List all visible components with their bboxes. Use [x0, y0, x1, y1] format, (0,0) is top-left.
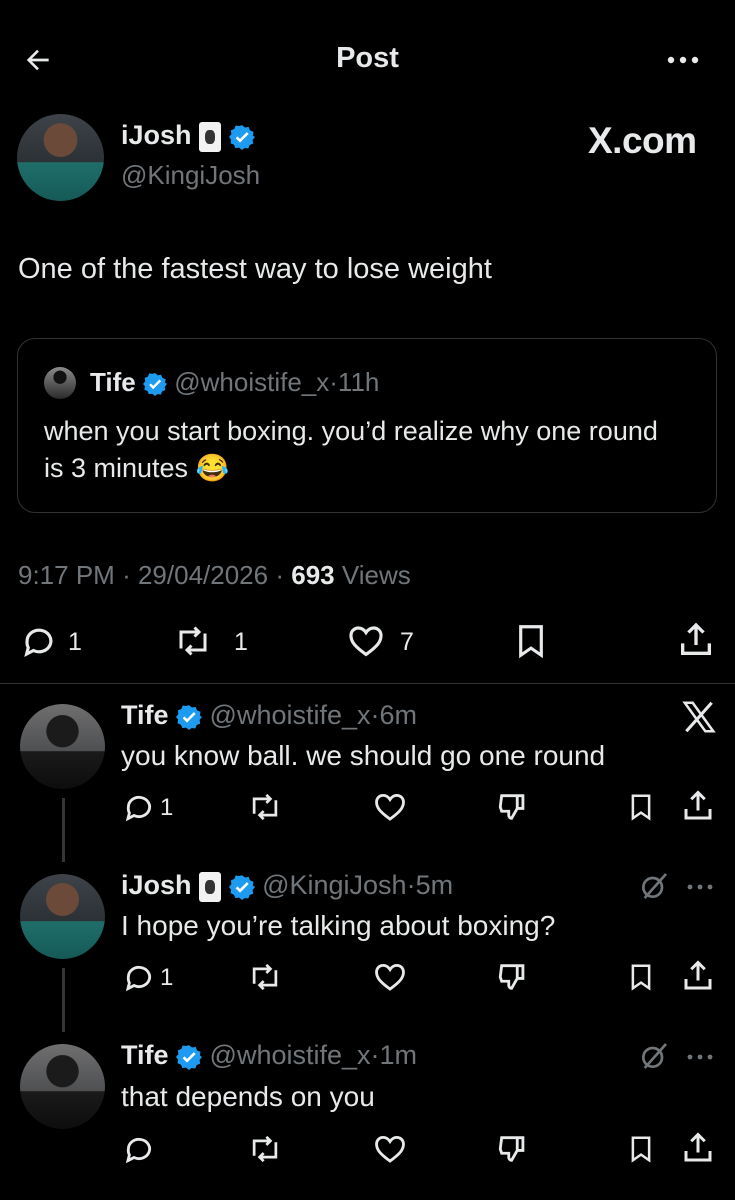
author-handle[interactable]: @KingiJosh: [121, 160, 260, 191]
grok-icon[interactable]: [638, 1040, 670, 1072]
repost-count: 1: [234, 628, 248, 656]
author-name-row: iJosh: [121, 120, 255, 152]
repost-button[interactable]: [246, 790, 284, 824]
verified-badge-icon: [176, 1044, 203, 1070]
quote-header: Tife @whoistife_x·11h: [90, 367, 380, 397]
reply-header: iJosh @KingiJosh·5m: [121, 870, 454, 902]
share-button[interactable]: [680, 958, 716, 994]
reply-author-handle[interactable]: @KingiJosh: [262, 870, 406, 900]
x-logo-icon: [680, 698, 718, 736]
repost-button[interactable]: [246, 960, 284, 994]
quote-author-name: Tife: [90, 367, 136, 397]
dislike-button[interactable]: [496, 1132, 530, 1166]
author-avatar[interactable]: [17, 114, 104, 201]
view-count: 693: [291, 560, 335, 590]
dislike-button[interactable]: [496, 960, 530, 994]
more-options-icon[interactable]: [684, 880, 716, 894]
repost-button[interactable]: [172, 622, 214, 660]
verified-badge-icon: [176, 704, 203, 730]
like-button[interactable]: [346, 622, 386, 660]
quote-time: 11h: [337, 367, 380, 397]
verified-badge-icon: [228, 124, 255, 150]
quote-author-handle: @whoistife_x: [174, 367, 330, 397]
thread-line: [62, 968, 65, 1032]
like-button[interactable]: [372, 790, 408, 824]
joker-card-emoji: [199, 871, 222, 902]
post-text: One of the fastest way to lose weight: [18, 253, 492, 285]
share-button[interactable]: [680, 788, 716, 824]
reply-count: 1: [160, 964, 174, 991]
grok-icon[interactable]: [638, 870, 670, 902]
page-title: Post: [336, 42, 399, 74]
reply-text: I hope you’re talking about boxing?: [121, 910, 556, 941]
reply-count: 1: [68, 628, 82, 656]
like-button[interactable]: [372, 1132, 408, 1166]
reply-text: that depends on you: [121, 1081, 375, 1112]
repost-button[interactable]: [246, 1132, 284, 1166]
reply-button[interactable]: [122, 790, 156, 824]
more-options-icon[interactable]: [664, 48, 702, 72]
reply-header: Tife @whoistife_x·6m: [121, 700, 418, 730]
verified-badge-icon: [228, 874, 255, 900]
bookmark-button[interactable]: [626, 960, 656, 994]
reply-time: 6m: [379, 700, 418, 730]
quote-avatar: [44, 367, 76, 399]
post-meta: 9:17 PM · 29/04/2026 · 693 Views: [18, 560, 411, 590]
thread-line: [62, 798, 65, 862]
more-options-icon[interactable]: [684, 1050, 716, 1064]
views-label: Views: [341, 560, 411, 590]
x-com-watermark: X.com: [588, 120, 697, 161]
reply-time: 1m: [379, 1040, 418, 1070]
divider: [0, 683, 735, 684]
reply-author-handle[interactable]: @whoistife_x: [210, 1040, 371, 1070]
reply-button[interactable]: [20, 622, 58, 660]
reply-author-name[interactable]: Tife: [121, 700, 169, 730]
joker-card-emoji: [199, 121, 222, 152]
reply-button[interactable]: [122, 960, 156, 994]
reply-author-name[interactable]: Tife: [121, 1040, 169, 1070]
like-count: 7: [400, 628, 414, 656]
reply-time: 5m: [415, 870, 454, 900]
bookmark-button[interactable]: [512, 622, 550, 660]
reply-count: 1: [160, 794, 174, 821]
quote-text: when you start boxing. you’d realize why…: [44, 416, 658, 483]
reply-avatar[interactable]: [20, 874, 105, 959]
reply-avatar[interactable]: [20, 704, 105, 789]
reply-author-name[interactable]: iJosh: [121, 870, 192, 900]
dislike-button[interactable]: [496, 790, 530, 824]
verified-badge-icon: [143, 372, 167, 397]
reply-avatar[interactable]: [20, 1044, 105, 1129]
post-date: 29/04/2026: [137, 560, 269, 590]
quoted-post[interactable]: Tife @whoistife_x·11h when you start box…: [17, 338, 717, 513]
post-time: 9:17 PM: [18, 560, 115, 590]
bookmark-button[interactable]: [626, 1132, 656, 1166]
reply-text: you know ball. we should go one round: [121, 740, 606, 771]
reply-button[interactable]: [122, 1132, 156, 1166]
author-name[interactable]: iJosh: [121, 120, 192, 150]
reply-header: Tife @whoistife_x·1m: [121, 1040, 418, 1070]
reply-author-handle[interactable]: @whoistife_x: [210, 700, 371, 730]
like-button[interactable]: [372, 960, 408, 994]
share-button[interactable]: [676, 620, 716, 660]
share-button[interactable]: [680, 1130, 716, 1166]
bookmark-button[interactable]: [626, 790, 656, 824]
